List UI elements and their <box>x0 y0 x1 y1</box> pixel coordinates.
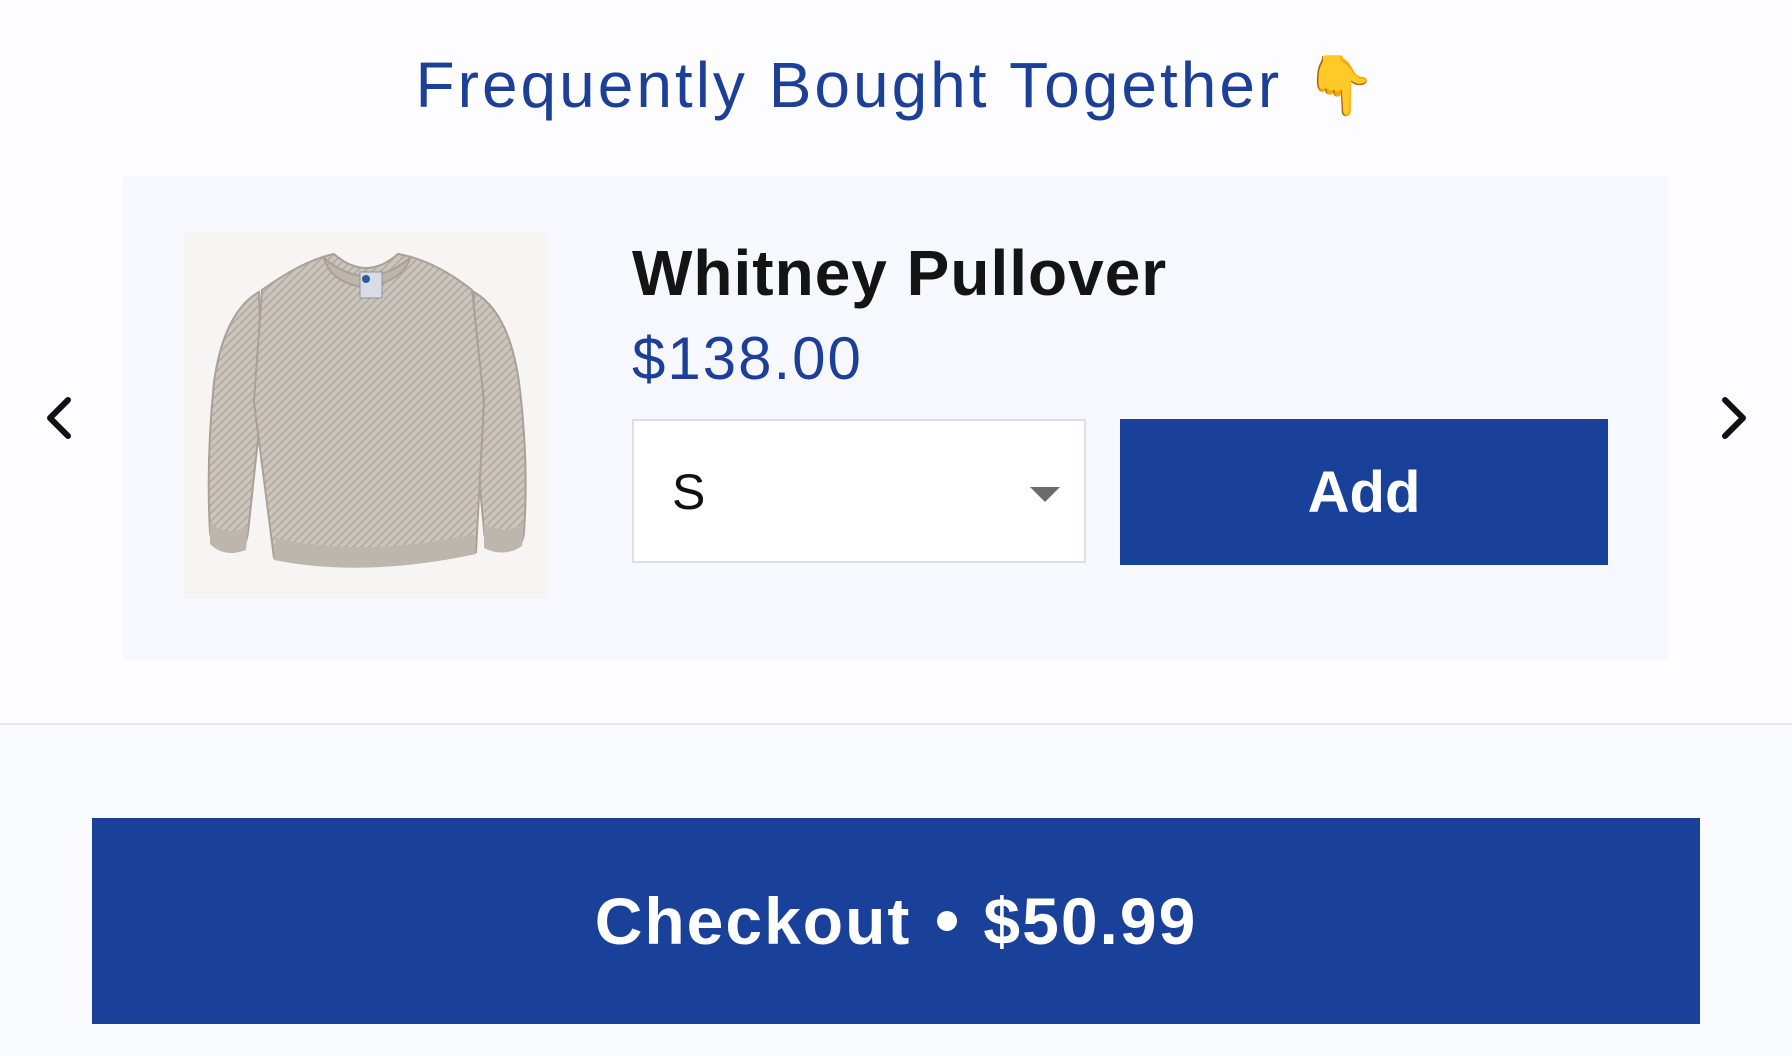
product-card: Whitney Pullover $138.00 S Add <box>122 176 1668 660</box>
section-title-text: Frequently Bought Together <box>415 49 1283 121</box>
add-to-cart-button[interactable]: Add <box>1120 419 1608 565</box>
product-name[interactable]: Whitney Pullover <box>632 236 1167 310</box>
bullet-separator <box>937 911 958 931</box>
checkout-button[interactable]: Checkout $50.99 <box>92 818 1700 1024</box>
chevron-right-icon <box>1722 397 1746 439</box>
carousel-prev-button[interactable] <box>30 388 90 448</box>
chevron-left-icon <box>47 397 71 439</box>
section-title: Frequently Bought Together 👇 <box>0 40 1792 130</box>
size-select-value: S <box>672 464 706 520</box>
checkout-total: $50.99 <box>983 884 1198 958</box>
carousel-next-button[interactable] <box>1703 388 1763 448</box>
product-image[interactable] <box>184 232 548 598</box>
bundle-section: Frequently Bought Together 👇 Whitney Pul… <box>0 0 1792 725</box>
chevron-down-icon <box>1030 487 1060 502</box>
product-price: $138.00 <box>632 325 863 392</box>
sweater-icon <box>207 252 527 568</box>
checkout-label: Checkout <box>594 884 912 958</box>
pointing-down-emoji-icon: 👇 <box>1304 51 1377 119</box>
add-button-label: Add <box>1307 459 1421 525</box>
size-select[interactable]: S <box>632 419 1086 563</box>
